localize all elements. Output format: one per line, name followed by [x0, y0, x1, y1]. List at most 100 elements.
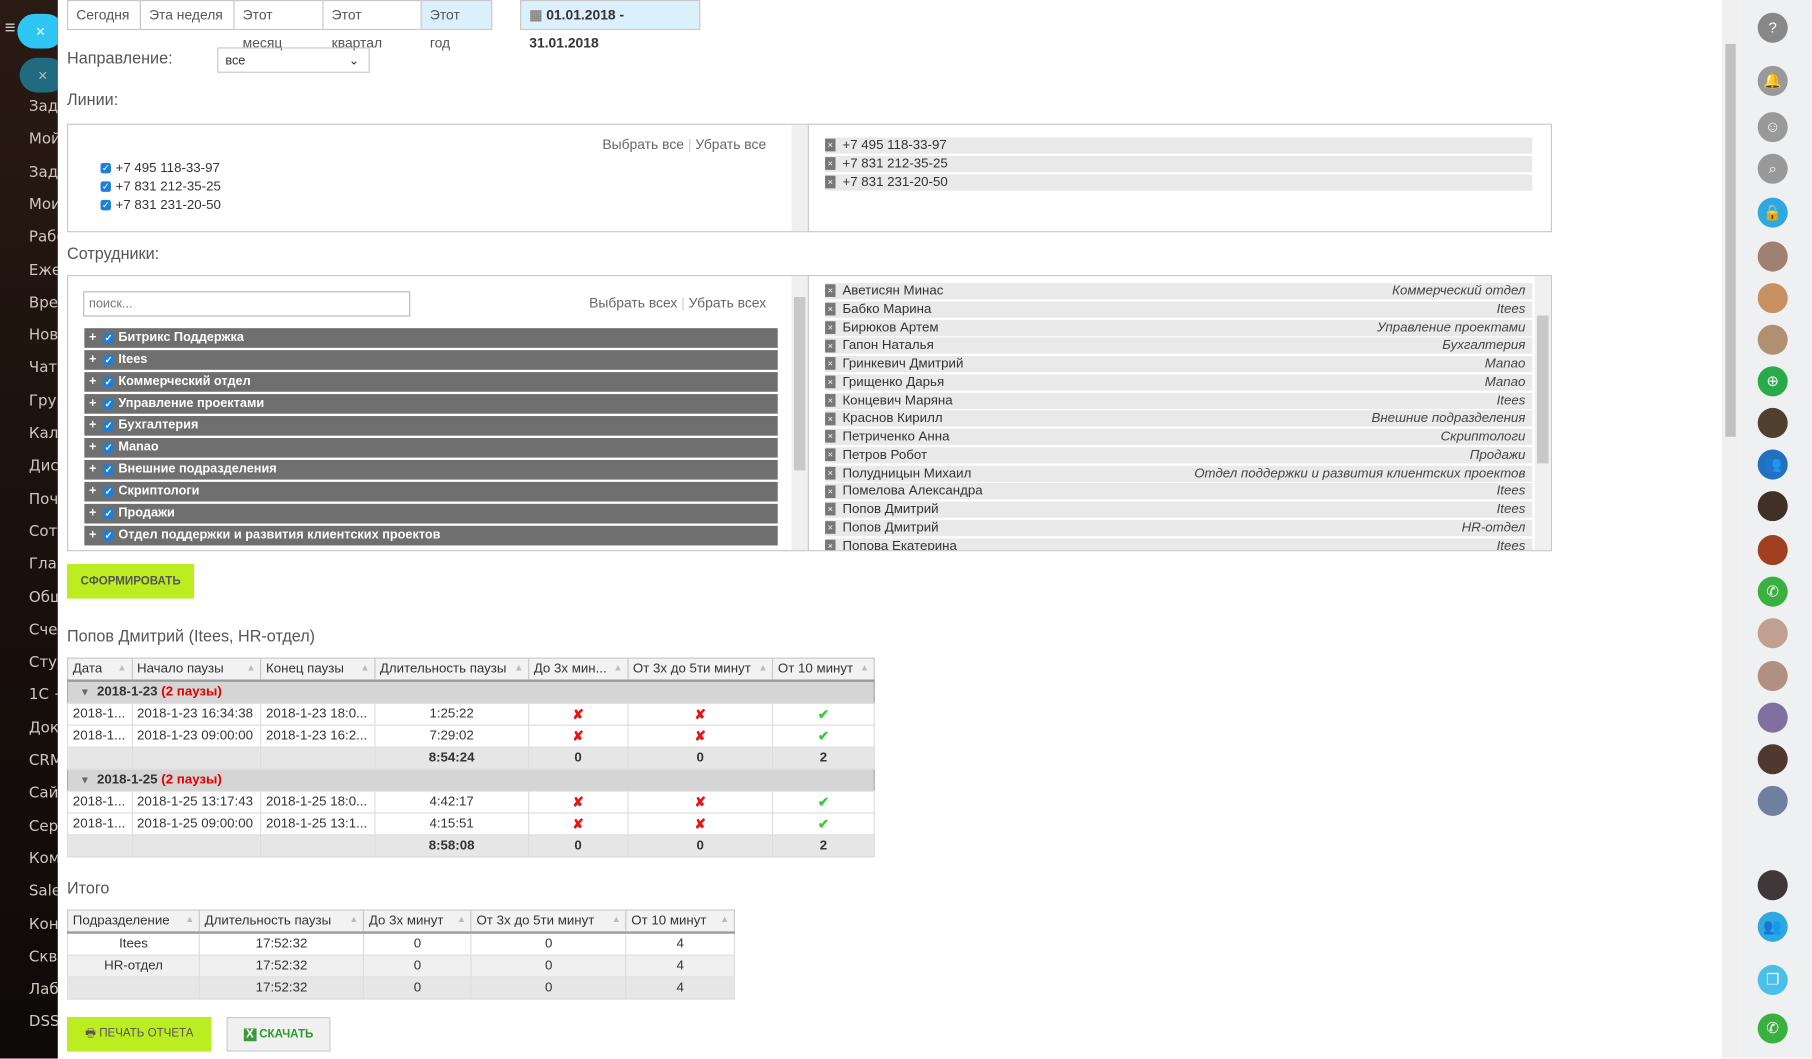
expand-icon[interactable]: +	[89, 506, 96, 520]
chat-icon[interactable]: ☺	[1757, 112, 1788, 143]
sidebar-item[interactable]: Лабо	[29, 981, 58, 998]
close-slider-button[interactable]: ×	[19, 57, 58, 93]
department-group[interactable]: + ✓ Битрикс Поддержка	[84, 328, 778, 348]
checkbox-checked-icon[interactable]: ✓	[100, 163, 111, 174]
scrollbar[interactable]	[1534, 276, 1551, 551]
sidebar-item[interactable]: Ежед	[29, 262, 58, 279]
avatar[interactable]	[1757, 744, 1788, 775]
sidebar-item[interactable]: Диск	[29, 458, 58, 475]
remove-icon[interactable]: ×	[825, 430, 836, 444]
collapse-icon[interactable]: ▼	[80, 774, 90, 786]
column-header[interactable]: От 10 минут ▲	[625, 909, 735, 934]
period-tab[interactable]: Этот месяц	[233, 0, 324, 51]
remove-icon[interactable]: ×	[825, 448, 836, 462]
expand-icon[interactable]: +	[89, 528, 96, 542]
remove-icon[interactable]: ×	[825, 394, 836, 407]
remove-icon[interactable]: ×	[825, 357, 836, 371]
menu-icon[interactable]: ≡	[5, 18, 16, 39]
column-header[interactable]: От 3х до 5ти минут ▲	[470, 909, 627, 934]
sidebar-item[interactable]: Чат	[29, 360, 57, 377]
sidebar-item[interactable]: Сотр	[29, 523, 58, 540]
remove-icon[interactable]: ×	[825, 503, 836, 516]
sidebar-item[interactable]: Зада	[29, 98, 58, 115]
sidebar-item[interactable]: Скво	[29, 949, 58, 966]
avatar[interactable]	[1757, 283, 1788, 314]
download-button[interactable]: X СКАЧАТЬ	[226, 1016, 331, 1052]
department-group[interactable]: + ✓ Отдел поддержки и развития клиентских …	[84, 525, 778, 546]
scrollbar[interactable]	[791, 276, 808, 551]
sidebar-item[interactable]: Мой	[29, 131, 58, 148]
sidebar-item[interactable]: Счет	[29, 621, 58, 638]
remove-icon[interactable]: ×	[825, 539, 836, 551]
sidebar-item[interactable]: Доку	[29, 720, 58, 737]
checkbox-checked-icon[interactable]: ✓	[103, 507, 114, 519]
period-tab[interactable]: Этот год	[420, 0, 493, 51]
employees-select-all[interactable]: Выбрать всех	[589, 295, 677, 311]
group-icon[interactable]: 👥	[1757, 911, 1788, 942]
column-header[interactable]: Подразделение ▲	[67, 909, 201, 934]
sidebar-item[interactable]: Зада	[29, 164, 58, 181]
sidebar-item[interactable]: Почт	[29, 491, 58, 508]
period-tab[interactable]: Эта неделя	[139, 0, 235, 31]
column-header[interactable]: От 3х до 5ти минут ▲	[627, 657, 774, 682]
remove-icon[interactable]: ×	[825, 466, 836, 480]
remove-icon[interactable]: ×	[825, 176, 836, 189]
avatar[interactable]	[1757, 870, 1788, 901]
group-header-row[interactable]: ▼ 2018-1-23 (2 паузы)	[67, 680, 875, 704]
expand-icon[interactable]: +	[89, 331, 96, 345]
line-checkbox-item[interactable]: ✓ +7 831 212-35-25	[100, 180, 221, 198]
close-panel-button[interactable]: ×	[17, 13, 58, 49]
sidebar-item[interactable]: Кале	[29, 425, 58, 442]
checkbox-checked-icon[interactable]: ✓	[103, 332, 114, 343]
column-header[interactable]: Длительность паузы ▲	[198, 909, 365, 934]
sidebar-item[interactable]: Конт	[29, 916, 58, 933]
search-icon[interactable]: ⌕	[1757, 153, 1788, 184]
employee-search-input[interactable]	[83, 291, 411, 317]
sidebar-item[interactable]: Серв	[29, 818, 58, 835]
avatar[interactable]	[1757, 535, 1788, 566]
logo[interactable]	[1757, 828, 1788, 859]
checkbox-checked-icon[interactable]: ✓	[103, 398, 114, 409]
checkbox-checked-icon[interactable]: ✓	[100, 181, 111, 193]
remove-icon[interactable]: ×	[825, 339, 836, 353]
sidebar-item[interactable]: Студ	[29, 654, 58, 671]
expand-icon[interactable]: +	[89, 396, 96, 410]
sidebar-item[interactable]: Ново	[29, 327, 58, 344]
checkbox-checked-icon[interactable]: ✓	[103, 442, 114, 453]
remove-icon[interactable]: ×	[825, 303, 836, 316]
help-icon[interactable]: ?	[1757, 12, 1788, 43]
expand-icon[interactable]: +	[89, 352, 96, 366]
column-header[interactable]: Конец паузы ▲	[260, 657, 376, 682]
phone-icon[interactable]: ✆	[1757, 1013, 1788, 1044]
group-header-row[interactable]: ▼ 2018-1-25 (2 паузы)	[67, 769, 875, 792]
sidebar-item[interactable]: Врем	[29, 294, 58, 311]
remove-icon[interactable]: ×	[825, 157, 836, 171]
open-lines-icon[interactable]: ⊕	[1757, 366, 1788, 397]
generate-button[interactable]: СФОРМИРОВАТЬ	[67, 563, 195, 599]
lines-clear-all[interactable]: Убрать все	[695, 136, 766, 152]
department-group[interactable]: + ✓ Внешние подразделения	[84, 459, 778, 480]
bell-icon[interactable]: 🔔	[1757, 65, 1788, 96]
date-range-button[interactable]: ▦ 01.01.2018 - 31.01.2018	[520, 0, 701, 51]
employees-clear-all[interactable]: Убрать всех	[689, 295, 766, 311]
remove-icon[interactable]: ×	[825, 375, 836, 389]
sidebar-item[interactable]: CRM	[29, 752, 58, 769]
department-group[interactable]: + ✓ Продажи	[84, 503, 778, 524]
period-tab[interactable]: Этот квартал	[322, 0, 422, 51]
sidebar-item[interactable]: 1С +	[29, 687, 58, 704]
checkbox-checked-icon[interactable]: ✓	[103, 376, 114, 387]
column-header[interactable]: Дата ▲	[67, 657, 133, 682]
expand-icon[interactable]: +	[89, 484, 96, 498]
sidebar-item[interactable]: DSSL	[29, 1014, 58, 1031]
department-group[interactable]: + ✓ Itees	[84, 350, 778, 370]
department-group[interactable]: + ✓ Коммерческий отдел	[84, 372, 778, 392]
sidebar-item[interactable]: Рабо	[29, 229, 58, 246]
avatar[interactable]	[1757, 491, 1788, 522]
avatar[interactable]	[1757, 618, 1788, 649]
expand-icon[interactable]: +	[89, 440, 96, 454]
checkbox-checked-icon[interactable]: ✓	[103, 529, 114, 541]
sidebar-item[interactable]: Sale	[29, 883, 58, 900]
checkbox-checked-icon[interactable]: ✓	[103, 354, 114, 365]
remove-icon[interactable]: ×	[825, 284, 836, 298]
remove-icon[interactable]: ×	[825, 485, 836, 498]
